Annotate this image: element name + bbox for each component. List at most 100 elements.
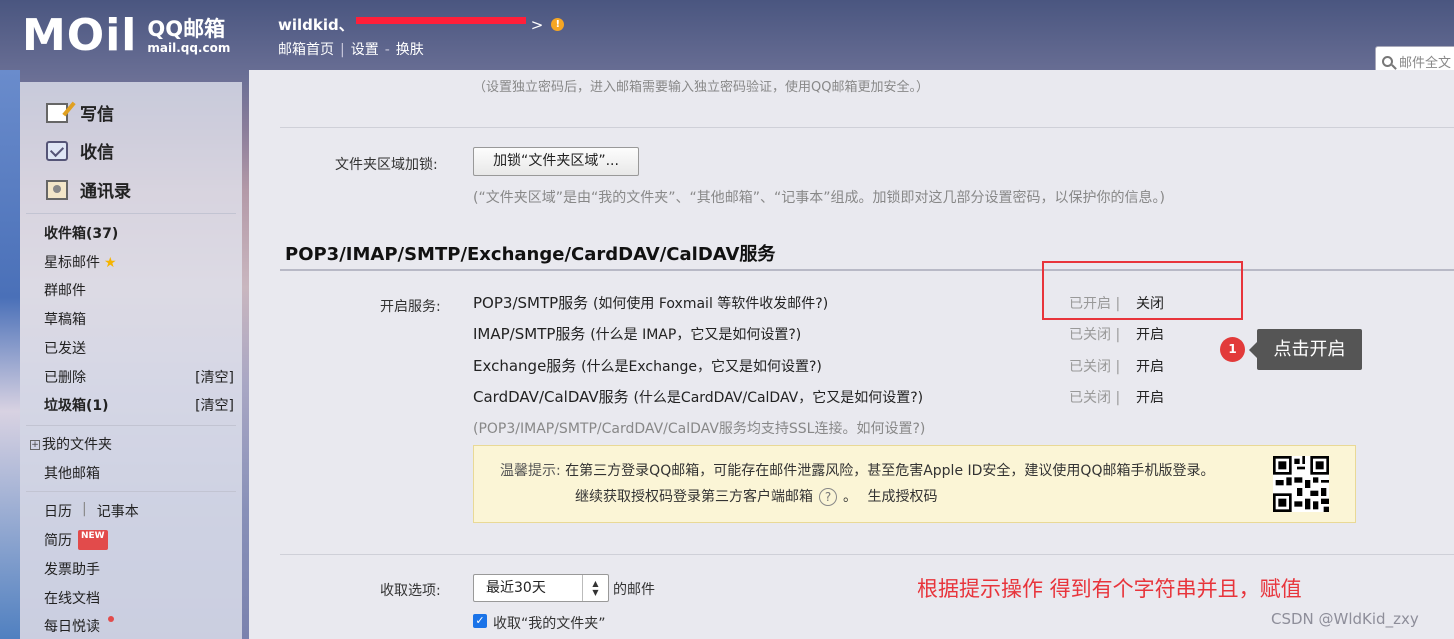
logo-brand-cn: QQ邮箱 xyxy=(147,17,226,41)
trash-label: 垃圾箱(1) xyxy=(44,398,109,414)
password-hint: （设置独立密码后，进入邮箱需要输入独立密码验证，使用QQ邮箱更加安全。） xyxy=(473,80,929,95)
sidebar-item-starred[interactable]: 星标邮件 ★ xyxy=(44,252,234,272)
service-name: CardDAV/CalDAV服务 xyxy=(473,388,629,406)
sidebar-compose[interactable]: 写信 xyxy=(46,100,114,125)
sidebar-item-inbox[interactable]: 收件箱(37) xyxy=(44,223,234,243)
service-help-link[interactable]: (如何使用 Foxmail 等软件收发邮件?) xyxy=(593,296,828,312)
service-status: 已关闭 | xyxy=(1069,390,1121,406)
notice-line2: 继续获取授权码登录第三方客户端邮箱?。 生成授权码 xyxy=(575,488,938,506)
daily-label: 每日悦读 xyxy=(44,619,100,635)
notice-line1: 温馨提示: 在第三方登录QQ邮箱，可能存在邮件泄露风险，甚至危害Apple ID… xyxy=(500,460,1214,480)
calendar-link[interactable]: 日历 xyxy=(44,501,72,521)
sidebar-item-invoice[interactable]: 发票助手 xyxy=(44,559,234,579)
notice-label: 温馨提示: xyxy=(500,463,561,479)
fetch-my-folders-checkbox[interactable]: ✓ xyxy=(473,614,487,628)
folder-lock-button[interactable]: 加锁“文件夹区域”... xyxy=(473,147,639,176)
service-imap-smtp: IMAP/SMTP服务 (什么是 IMAP，它又是如何设置?) xyxy=(473,323,801,344)
folder-lock-hint: (“文件夹区域”是由“我的文件夹”、“其他邮箱”、“记事本”组成。加锁即对这几部… xyxy=(473,190,1165,206)
link-skin[interactable]: 换肤 xyxy=(396,42,424,58)
fetch-suffix: 的邮件 xyxy=(613,582,655,598)
search-icon xyxy=(1382,55,1393,67)
sidebar-divider xyxy=(26,491,236,492)
deleted-label: 已删除 xyxy=(44,370,86,386)
select-arrows-icon: ▲ ▼ xyxy=(582,575,608,601)
fetch-options-label: 收取选项: xyxy=(380,583,441,599)
contacts-icon xyxy=(46,179,68,200)
sidebar: 写信 收信 通讯录 收件箱(37) 星标邮件 ★ 群邮件 草稿箱 已发送 已删除 … xyxy=(20,82,242,639)
services-label: 开启服务: xyxy=(380,299,441,315)
annotation-note: 根据提示操作 得到有个字符串并且，赋值 xyxy=(917,577,1302,601)
starred-label: 星标邮件 xyxy=(44,255,100,271)
empty-deleted-button[interactable]: [清空] xyxy=(195,367,234,387)
docs-label: 在线文档 xyxy=(44,591,100,607)
invoice-label: 发票助手 xyxy=(44,562,100,578)
help-icon[interactable]: ? xyxy=(819,488,837,506)
divider xyxy=(280,554,1454,555)
sidebar-item-deleted[interactable]: 已删除 [清空] xyxy=(44,367,234,387)
link-settings[interactable]: 设置 xyxy=(351,42,379,58)
fetch-range-select[interactable]: 最近30天 ▲ ▼ xyxy=(473,574,609,602)
sidebar-item-drafts[interactable]: 草稿箱 xyxy=(44,309,234,329)
service-name: Exchange服务 xyxy=(473,357,577,375)
services-section-title: POP3/IMAP/SMTP/Exchange/CardDAV/CalDAV服务 xyxy=(285,244,776,265)
user-account[interactable]: wildkid、 > ! xyxy=(278,14,565,35)
sidebar-inbox-check[interactable]: 收信 xyxy=(46,138,114,163)
sidebar-contacts[interactable]: 通讯录 xyxy=(46,177,131,202)
top-links: 邮箱首页 | 设置 - 换肤 xyxy=(278,42,424,58)
service-status: 已关闭 | xyxy=(1069,359,1121,375)
service-pop3-smtp: POP3/SMTP服务 (如何使用 Foxmail 等软件收发邮件?) xyxy=(473,292,828,313)
redacted-email xyxy=(355,17,526,24)
annotation-highlight-box xyxy=(1042,261,1243,320)
inbox-label: 收件箱(37) xyxy=(44,226,119,242)
service-help-link[interactable]: (什么是 IMAP，它又是如何设置?) xyxy=(590,327,801,343)
username: wildkid、 xyxy=(278,16,354,34)
auth-code-text: 继续获取授权码登录第三方客户端邮箱 xyxy=(575,489,813,505)
qr-code-icon xyxy=(1273,456,1329,512)
compose-icon xyxy=(46,102,68,123)
sidebar-item-docs[interactable]: 在线文档 xyxy=(44,588,234,608)
service-status: 已关闭 | xyxy=(1069,327,1121,343)
open-imap-button[interactable]: 开启 xyxy=(1136,324,1164,344)
fetch-my-folders-label: 收取“我的文件夹” xyxy=(493,616,606,632)
link-mail-home[interactable]: 邮箱首页 xyxy=(278,42,334,58)
contacts-label: 通讯录 xyxy=(80,182,131,202)
notes-link[interactable]: 记事本 xyxy=(97,501,139,521)
service-carddav: CardDAV/CalDAV服务 (什么是CardDAV/CalDAV，它又是如… xyxy=(473,386,923,407)
service-exchange: Exchange服务 (什么是Exchange，它又是如何设置?) xyxy=(473,355,822,376)
qqmail-logo[interactable]: MOil QQ邮箱 mail.qq.com xyxy=(22,14,230,58)
generate-auth-code-link[interactable]: 生成授权码 xyxy=(867,489,937,505)
section-divider xyxy=(280,269,1454,271)
sidebar-item-resume[interactable]: 简历 NEW xyxy=(44,530,234,550)
ssl-note[interactable]: (POP3/IMAP/SMTP/CardDAV/CalDAV服务均支持SSL连接… xyxy=(473,418,925,438)
drafts-label: 草稿箱 xyxy=(44,312,86,328)
open-carddav-button[interactable]: 开启 xyxy=(1136,387,1164,407)
sidebar-item-trash[interactable]: 垃圾箱(1) [清空] xyxy=(44,395,234,415)
fetch-range-value: 最近30天 xyxy=(486,580,546,596)
notice-text: 在第三方登录QQ邮箱，可能存在邮件泄露风险，甚至危害Apple ID安全，建议使… xyxy=(565,463,1215,479)
expand-icon[interactable]: + xyxy=(30,440,40,450)
my-folders-label: 我的文件夹 xyxy=(42,437,112,453)
sidebar-item-group[interactable]: 群邮件 xyxy=(44,280,234,300)
service-help-link[interactable]: (什么是Exchange，它又是如何设置?) xyxy=(581,359,822,375)
sent-label: 已发送 xyxy=(44,341,86,357)
star-icon: ★ xyxy=(104,255,117,271)
service-help-link[interactable]: (什么是CardDAV/CalDAV，它又是如何设置?) xyxy=(633,390,923,406)
step-number-badge: 1 xyxy=(1220,337,1245,362)
sidebar-item-other-mail[interactable]: 其他邮箱 xyxy=(44,463,234,483)
annotation-tooltip: 点击开启 xyxy=(1249,329,1362,370)
unread-dot-icon xyxy=(108,616,114,622)
compose-label: 写信 xyxy=(80,105,114,125)
open-exchange-button[interactable]: 开启 xyxy=(1136,356,1164,376)
folder-lock-label: 文件夹区域加锁: xyxy=(335,157,438,173)
warning-icon[interactable]: ! xyxy=(551,18,565,31)
sidebar-item-sent[interactable]: 已发送 xyxy=(44,338,234,358)
sidebar-item-my-folders[interactable]: + 我的文件夹 xyxy=(30,434,220,454)
search-placeholder: 邮件全文 xyxy=(1399,55,1452,71)
sidebar-item-daily[interactable]: 每日悦读 xyxy=(44,616,234,636)
divider xyxy=(280,127,1454,128)
empty-trash-button[interactable]: [清空] xyxy=(195,395,234,415)
logo-mail-text: MOil xyxy=(22,10,138,61)
settings-panel: （设置独立密码后，进入邮箱需要输入独立密码验证，使用QQ邮箱更加安全。） 文件夹… xyxy=(249,70,1454,639)
header: MOil QQ邮箱 mail.qq.com wildkid、 > ! 邮箱首页 |… xyxy=(0,0,1454,76)
service-name: POP3/SMTP服务 xyxy=(473,294,589,312)
